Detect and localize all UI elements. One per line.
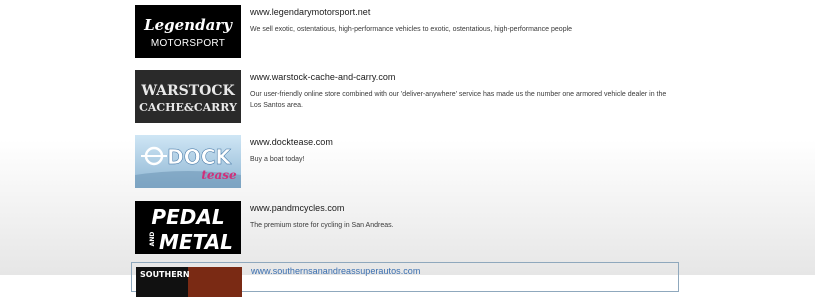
site-description: We sell exotic, ostentatious, high-perfo… — [250, 26, 573, 33]
site-url[interactable]: www.docktease.com — [250, 137, 333, 147]
logo-text: PEDAL — [151, 205, 224, 229]
list-item-selected[interactable]: SOUTHERN www.southernsanandreassuperauto… — [131, 262, 679, 297]
site-url[interactable]: www.legendarymotorsport.net — [250, 7, 370, 17]
logo-text: DOCK — [167, 145, 232, 169]
southern-super-autos-logo[interactable]: SOUTHERN — [136, 267, 242, 297]
list-item[interactable]: Legendary MOTORSPORT www.legendarymotors… — [135, 5, 680, 59]
pedal-and-metal-logo[interactable]: PEDAL AND METAL — [135, 201, 241, 254]
logo-text: AND — [149, 232, 156, 247]
logo-text: METAL — [159, 230, 233, 254]
logo-text: Legendary — [143, 16, 233, 34]
site-description: Buy a boat today! — [250, 156, 305, 163]
list-item[interactable]: WARSTOCK CACHE&CARRY www.warstock-cache-… — [135, 70, 680, 124]
website-list: Legendary MOTORSPORT www.legendarymotors… — [0, 0, 815, 297]
docktease-logo[interactable]: DOCK tease — [135, 135, 241, 188]
legendary-motorsport-logo[interactable]: Legendary MOTORSPORT — [135, 5, 241, 58]
site-url[interactable]: www.warstock-cache-and-carry.com — [250, 72, 395, 82]
site-description: Our user-friendly online store combined … — [250, 91, 667, 109]
site-url[interactable]: www.pandmcycles.com — [250, 203, 344, 213]
warstock-logo[interactable]: WARSTOCK CACHE&CARRY — [135, 70, 241, 123]
logo-text: WARSTOCK — [140, 83, 235, 99]
logo-text: CACHE&CARRY — [139, 101, 237, 114]
list-item[interactable]: DOCK tease www.docktease.com Buy a boat … — [135, 135, 680, 189]
logo-text: tease — [201, 168, 237, 182]
site-description: The premium store for cycling in San And… — [250, 222, 394, 229]
list-item[interactable]: PEDAL AND METAL www.pandmcycles.com The … — [135, 201, 680, 255]
logo-text: MOTORSPORT — [151, 38, 225, 49]
